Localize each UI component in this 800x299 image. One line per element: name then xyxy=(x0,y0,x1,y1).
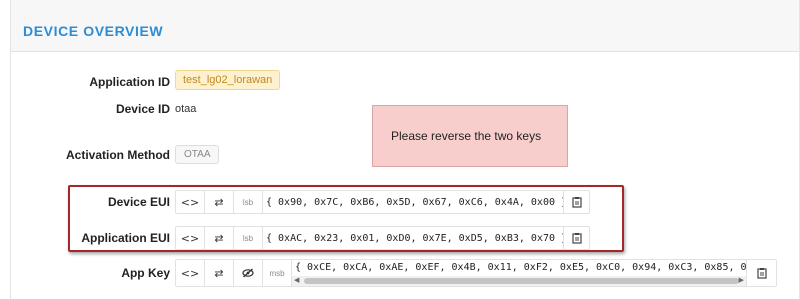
annotation-highlight-box xyxy=(68,185,624,252)
application-id-link[interactable]: test_lg02_lorawan xyxy=(175,70,281,90)
app-key-value: { 0xCE, 0xCA, 0xAE, 0xEF, 0x4B, 0x11, 0x… xyxy=(295,262,746,273)
copy-icon[interactable] xyxy=(746,260,776,286)
hide-key-icon[interactable] xyxy=(234,260,263,286)
application-id-label: Application ID xyxy=(89,75,170,89)
device-id-label: Device ID xyxy=(115,102,170,116)
scrollbar-thumb[interactable] xyxy=(304,278,739,284)
panel-header: DEVICE OVERVIEW xyxy=(11,0,799,52)
app-key-field: <> ⇄ msb { 0xCE, 0xCA, 0xAE, 0xEF, 0x4B,… xyxy=(175,259,777,287)
app-key-value-container: { 0xCE, 0xCA, 0xAE, 0xEF, 0x4B, 0x11, 0x… xyxy=(292,260,746,286)
panel-title: DEVICE OVERVIEW xyxy=(23,23,164,39)
activation-method-label: Activation Method xyxy=(66,148,170,162)
swap-byte-order-icon[interactable]: ⇄ xyxy=(205,260,234,286)
horizontal-scrollbar[interactable]: ◀ ▶ xyxy=(292,276,746,286)
app-key-label: App Key xyxy=(121,266,170,280)
device-id-value: otaa xyxy=(175,103,197,115)
byte-order-indicator: msb xyxy=(263,260,292,286)
scroll-left-icon[interactable]: ◀ xyxy=(294,276,299,286)
toggle-format-icon[interactable]: <> xyxy=(176,260,205,286)
scroll-right-icon[interactable]: ▶ xyxy=(739,276,744,286)
annotation-note: Please reverse the two keys xyxy=(372,105,568,167)
activation-method-badge: OTAA xyxy=(175,145,220,164)
